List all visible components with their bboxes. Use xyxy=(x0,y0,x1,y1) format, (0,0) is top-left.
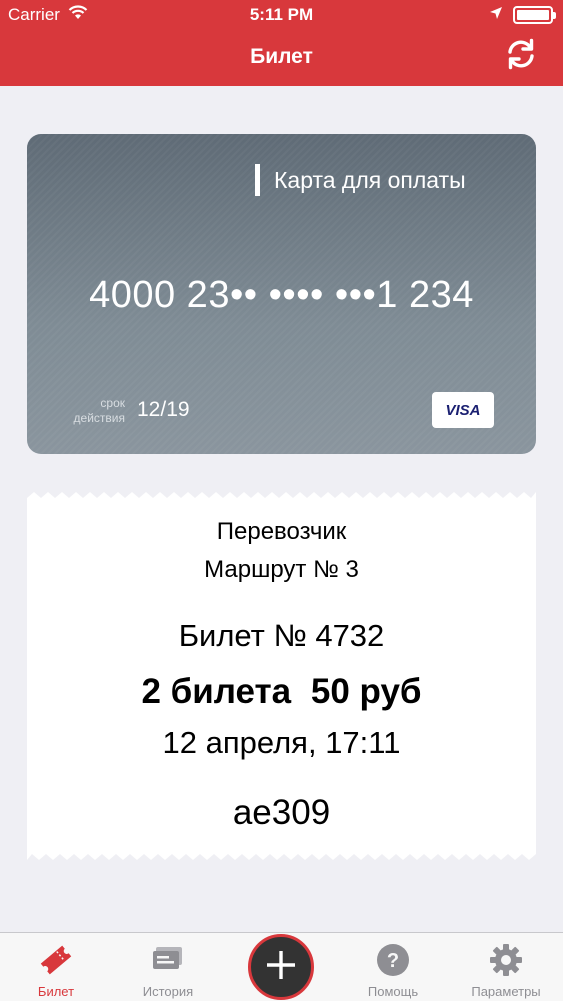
battery-icon xyxy=(513,6,556,24)
ticket-price: 50 руб xyxy=(310,672,422,711)
card-label-group: Карта для оплаты xyxy=(255,164,466,196)
card-label: Карта для оплаты xyxy=(274,166,466,193)
payment-card[interactable]: Карта для оплаты 4000 23•• •••• •••1 234… xyxy=(27,134,536,454)
expiry-date: 12/19 xyxy=(137,398,190,421)
status-right xyxy=(489,5,556,25)
tab-help[interactable]: ? Помощь xyxy=(343,933,443,1001)
visa-logo: VISA xyxy=(432,392,494,428)
refresh-icon xyxy=(504,37,538,76)
tab-settings-label: Параметры xyxy=(471,984,541,999)
location-arrow-icon xyxy=(489,5,503,25)
ticket-count-price: 2 билета 50 руб xyxy=(27,672,536,712)
history-icon xyxy=(118,942,218,976)
ticket-datetime: 12 апреля, 17:11 xyxy=(162,725,401,760)
page-title: Билет xyxy=(250,45,313,68)
ticket-number: Билет № 4732 xyxy=(178,618,385,653)
help-icon: ? xyxy=(343,942,443,978)
card-label-bar xyxy=(255,164,260,196)
expiry-caption-line2: действия xyxy=(73,411,125,425)
add-ticket-button[interactable] xyxy=(248,934,314,1000)
tab-ticket-label: Билет xyxy=(37,984,75,999)
tab-settings[interactable]: Параметры xyxy=(456,933,556,1001)
navigation-header: Carrier 5:11 PM Билет xyxy=(0,0,563,86)
status-time: 5:11 PM xyxy=(249,5,314,24)
tab-history[interactable]: История xyxy=(118,933,218,1001)
refresh-button[interactable] xyxy=(501,36,541,76)
tab-help-label: Помощь xyxy=(367,984,419,999)
ticket-receipt: Перевозчик Маршрут № 3 Билет № 4732 2 би… xyxy=(27,492,536,860)
ticket-code: ae309 xyxy=(232,793,331,832)
svg-text:?: ? xyxy=(387,950,399,972)
gear-icon xyxy=(456,942,556,978)
expiry-caption-line1: срок xyxy=(100,396,125,410)
ticket-icon xyxy=(6,942,106,978)
ticket-carrier: Перевозчик xyxy=(216,518,347,545)
ticket-count: 2 билета xyxy=(141,672,292,711)
card-number: 4000 23•• •••• •••1 234 xyxy=(89,274,474,316)
tab-history-label: История xyxy=(142,984,194,999)
plus-icon xyxy=(264,948,298,987)
status-bar: Carrier 5:11 PM xyxy=(0,0,563,30)
expiry-caption: срок действия xyxy=(65,396,125,426)
ticket-route: Маршрут № 3 xyxy=(204,556,359,583)
tab-ticket[interactable]: Билет xyxy=(6,933,106,1001)
battery-level xyxy=(517,10,549,20)
